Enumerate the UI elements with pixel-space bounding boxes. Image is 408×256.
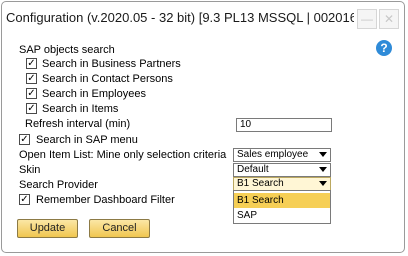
contact-persons-label: Search in Contact Persons xyxy=(42,73,173,85)
items-label: Search in Items xyxy=(42,103,119,115)
search-provider-dropdown: B1 Search SAP xyxy=(233,190,331,224)
refresh-interval-label: Refresh interval (min) xyxy=(25,118,131,130)
dashboard-filter-label: Remember Dashboard Filter xyxy=(36,194,175,206)
chevron-down-icon xyxy=(319,167,327,172)
search-sap-menu-label: Search in SAP menu xyxy=(36,134,138,146)
open-item-select[interactable]: Sales employee xyxy=(233,148,331,162)
skin-value: Default xyxy=(237,164,269,175)
help-icon[interactable]: ? xyxy=(376,40,392,56)
business-partners-label: Search in Business Partners xyxy=(42,58,181,70)
update-button[interactable]: Update xyxy=(17,219,78,238)
search-provider-label: Search Provider xyxy=(19,179,98,191)
skin-label: Skin xyxy=(19,164,41,176)
employees-checkbox[interactable]: ✓ xyxy=(26,88,37,99)
close-button[interactable]: ✕ xyxy=(379,9,399,29)
cancel-button[interactable]: Cancel xyxy=(89,219,150,238)
sap-objects-heading: SAP objects search xyxy=(19,44,115,56)
search-provider-value: B1 Search xyxy=(237,178,284,189)
open-item-value: Sales employee xyxy=(237,149,309,160)
open-item-label: Open Item List: Mine only selection crit… xyxy=(19,149,227,161)
minimize-button[interactable]: — xyxy=(357,9,377,29)
search-provider-select[interactable]: B1 Search xyxy=(233,177,331,191)
items-checkbox[interactable]: ✓ xyxy=(26,103,37,114)
window-title: Configuration (v.2020.05 - 32 bit) [9.3 … xyxy=(6,10,354,25)
chevron-down-icon xyxy=(319,152,327,157)
refresh-interval-input[interactable]: 10 xyxy=(236,118,332,132)
dropdown-option-b1-search[interactable]: B1 Search xyxy=(234,193,330,208)
skin-select[interactable]: Default xyxy=(233,163,331,177)
dashboard-filter-checkbox[interactable]: ✓ xyxy=(19,194,30,205)
chevron-down-icon xyxy=(319,181,327,186)
employees-label: Search in Employees xyxy=(42,88,146,100)
contact-persons-checkbox[interactable]: ✓ xyxy=(26,73,37,84)
business-partners-checkbox[interactable]: ✓ xyxy=(26,58,37,69)
dropdown-option-sap[interactable]: SAP xyxy=(234,208,330,223)
search-sap-menu-checkbox[interactable]: ✓ xyxy=(19,134,30,145)
